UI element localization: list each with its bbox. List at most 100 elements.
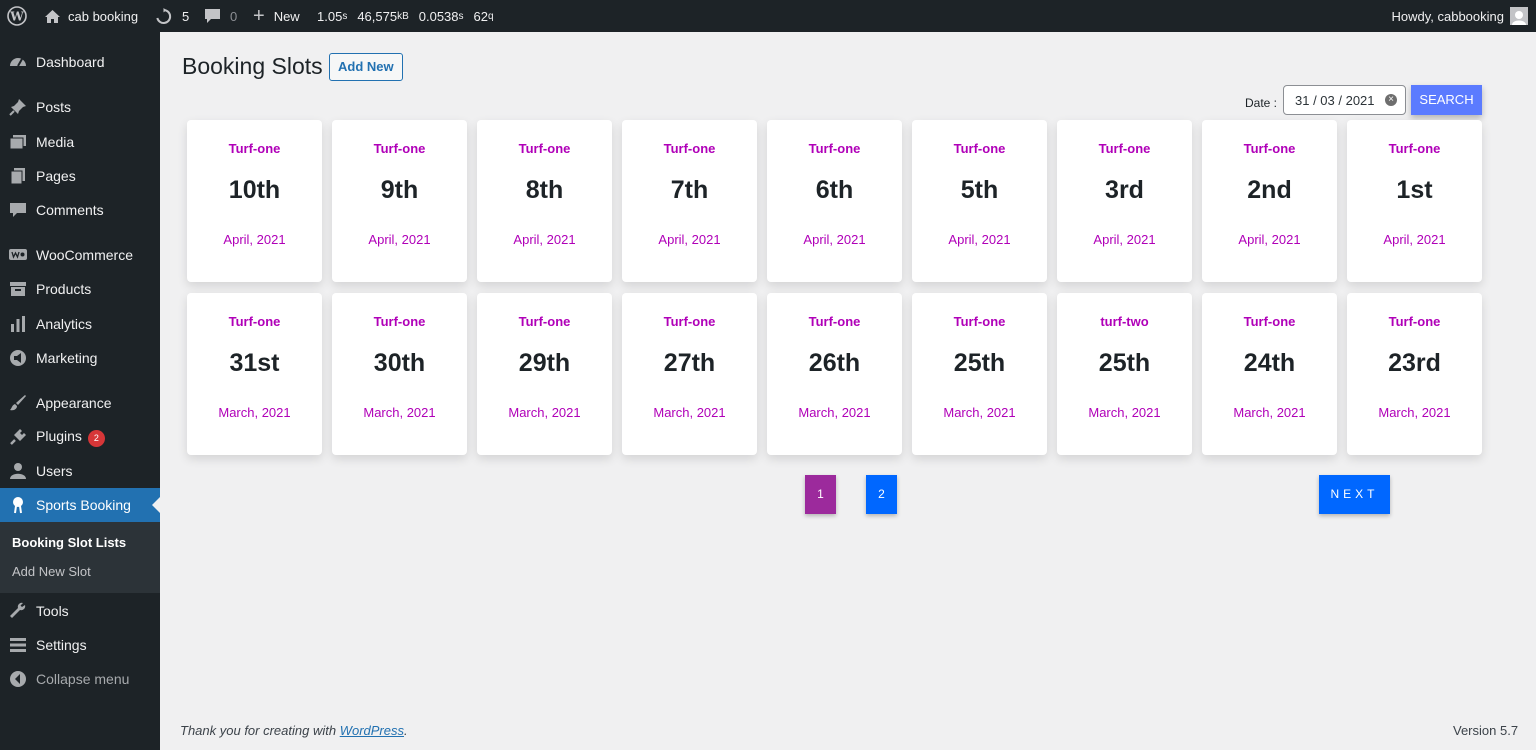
comments-count: 0: [230, 8, 238, 24]
page-title: Booking Slots: [182, 53, 323, 79]
booking-slot-card[interactable]: Turf-one 8th April, 2021: [477, 120, 612, 282]
booking-slot-card[interactable]: Turf-one 26th March, 2021: [767, 293, 902, 455]
menu-marketing[interactable]: Marketing: [0, 341, 160, 375]
slot-turf-name: Turf-one: [518, 141, 571, 156]
collapse-icon: [10, 671, 26, 687]
menu-analytics[interactable]: Analytics: [0, 307, 160, 341]
menu-pages[interactable]: Pages: [0, 159, 160, 193]
updates-link[interactable]: 5: [155, 0, 189, 32]
search-button[interactable]: SEARCH: [1411, 85, 1482, 115]
archive-icon: [10, 282, 26, 296]
brush-icon: [10, 395, 26, 411]
slot-turf-name: Turf-one: [953, 141, 1006, 156]
menu-label: Comments: [36, 202, 104, 218]
menu-settings[interactable]: Settings: [0, 628, 160, 662]
query-count-unit: q: [487, 10, 494, 22]
slot-day: 7th: [670, 176, 709, 204]
booking-slot-card[interactable]: Turf-one 7th April, 2021: [622, 120, 757, 282]
version-text: Version 5.7: [1453, 723, 1519, 738]
menu-tools[interactable]: Tools: [0, 594, 160, 628]
booking-slot-card[interactable]: Turf-one 9th April, 2021: [332, 120, 467, 282]
menu-label: Products: [36, 281, 92, 297]
slot-day: 23rd: [1388, 349, 1441, 377]
user-icon: [10, 463, 26, 479]
submenu-add-new-slot[interactable]: Add New Slot: [12, 564, 91, 579]
svg-text:W: W: [9, 10, 24, 24]
add-new-button[interactable]: Add New: [329, 53, 403, 81]
collapse-menu-button[interactable]: Collapse menu: [0, 662, 160, 696]
db-time: 0.0538: [418, 8, 459, 24]
menu-media[interactable]: Media: [0, 125, 160, 159]
db-time-unit: s: [458, 10, 464, 22]
pagination-page-2[interactable]: 2: [866, 475, 897, 514]
slot-day: 5th: [960, 176, 999, 204]
slot-turf-name: Turf-one: [1388, 141, 1441, 156]
menu-appearance[interactable]: Appearance: [0, 386, 160, 420]
comment-icon: [10, 203, 26, 217]
slot-month: March, 2021: [508, 405, 581, 420]
slot-turf-name: Turf-one: [953, 314, 1006, 329]
booking-slot-card[interactable]: Turf-one 3rd April, 2021: [1057, 120, 1192, 282]
slot-day: 30th: [373, 349, 426, 377]
menu-label: Tools: [36, 603, 69, 619]
update-count-badge: 2: [87, 429, 105, 447]
page-time: 1.05: [317, 8, 343, 24]
booking-slot-card[interactable]: Turf-one 1st April, 2021: [1347, 120, 1482, 282]
booking-slot-card[interactable]: Turf-one 6th April, 2021: [767, 120, 902, 282]
booking-slot-card[interactable]: turf-two 25th March, 2021: [1057, 293, 1192, 455]
booking-slot-card[interactable]: Turf-one 27th March, 2021: [622, 293, 757, 455]
pagination-page-1[interactable]: 1: [805, 475, 836, 514]
menu-posts[interactable]: Posts: [0, 90, 160, 124]
date-field[interactable]: 31 / 03 / 2021 ×: [1283, 85, 1406, 115]
booking-slot-card[interactable]: Turf-one 2nd April, 2021: [1202, 120, 1337, 282]
woo-icon: [9, 249, 27, 260]
slot-day: 1st: [1396, 176, 1433, 204]
booking-slot-card[interactable]: Turf-one 29th March, 2021: [477, 293, 612, 455]
slot-day: 6th: [815, 176, 854, 204]
slot-day: 25th: [1098, 349, 1151, 377]
bar-chart-icon: [11, 316, 25, 332]
menu-comments[interactable]: Comments: [0, 193, 160, 227]
menu-label: Posts: [36, 99, 72, 115]
booking-slot-card[interactable]: Turf-one 25th March, 2021: [912, 293, 1047, 455]
date-value: 31 / 03 / 2021: [1295, 92, 1375, 108]
pagination-next-button[interactable]: NEXT: [1319, 475, 1390, 514]
menu-label: Pages: [36, 168, 76, 184]
memory-usage: 46,575: [357, 8, 398, 24]
menu-dashboard[interactable]: Dashboard: [0, 45, 160, 79]
clear-date-icon[interactable]: ×: [1385, 94, 1397, 106]
query-monitor-stats[interactable]: 1.05 s 46,575 kB 0.0538 s 62 q: [317, 0, 494, 32]
menu-sports-booking[interactable]: Sports Booking: [0, 488, 160, 522]
wordpress-link[interactable]: WordPress: [340, 723, 404, 738]
media-icon: [9, 135, 26, 150]
updates-icon: [156, 7, 172, 24]
menu-products[interactable]: Products: [0, 272, 160, 306]
menu-woocommerce[interactable]: WooCommerce: [0, 238, 160, 272]
new-content-link[interactable]: + New: [253, 0, 300, 32]
slot-month: March, 2021: [1233, 405, 1306, 420]
new-label: New: [273, 8, 300, 24]
admin-bar: W cab booking 5 0 + New 1.05 s 46,575 kB 0…: [0, 0, 1536, 32]
submenu-booking-slot-lists[interactable]: Booking Slot Lists: [12, 535, 126, 550]
booking-slot-card[interactable]: Turf-one 31st March, 2021: [187, 293, 322, 455]
booking-slot-card[interactable]: Turf-one 24th March, 2021: [1202, 293, 1337, 455]
slot-turf-name: Turf-one: [1388, 314, 1441, 329]
booking-slot-card[interactable]: Turf-one 10th April, 2021: [187, 120, 322, 282]
booking-slot-card[interactable]: Turf-one 23rd March, 2021: [1347, 293, 1482, 455]
comments-link[interactable]: 0: [204, 0, 237, 32]
slot-day: 8th: [525, 176, 564, 204]
menu-plugins[interactable]: Plugins 2: [0, 420, 160, 454]
booking-slot-card[interactable]: Turf-one 5th April, 2021: [912, 120, 1047, 282]
slot-turf-name: Turf-one: [228, 141, 281, 156]
menu-label: WooCommerce: [36, 247, 133, 263]
slot-month: April, 2021: [658, 232, 721, 247]
menu-users[interactable]: Users: [0, 454, 160, 488]
slot-day: 31st: [229, 349, 280, 377]
site-name-link[interactable]: cab booking: [44, 0, 138, 32]
wordpress-logo-icon[interactable]: W: [7, 0, 27, 32]
menu-label: Media: [36, 134, 75, 150]
my-account-link[interactable]: Howdy, cabbooking: [1392, 0, 1528, 32]
slot-day: 10th: [228, 176, 281, 204]
plugins-label: Plugins: [36, 427, 82, 444]
booking-slot-card[interactable]: Turf-one 30th March, 2021: [332, 293, 467, 455]
